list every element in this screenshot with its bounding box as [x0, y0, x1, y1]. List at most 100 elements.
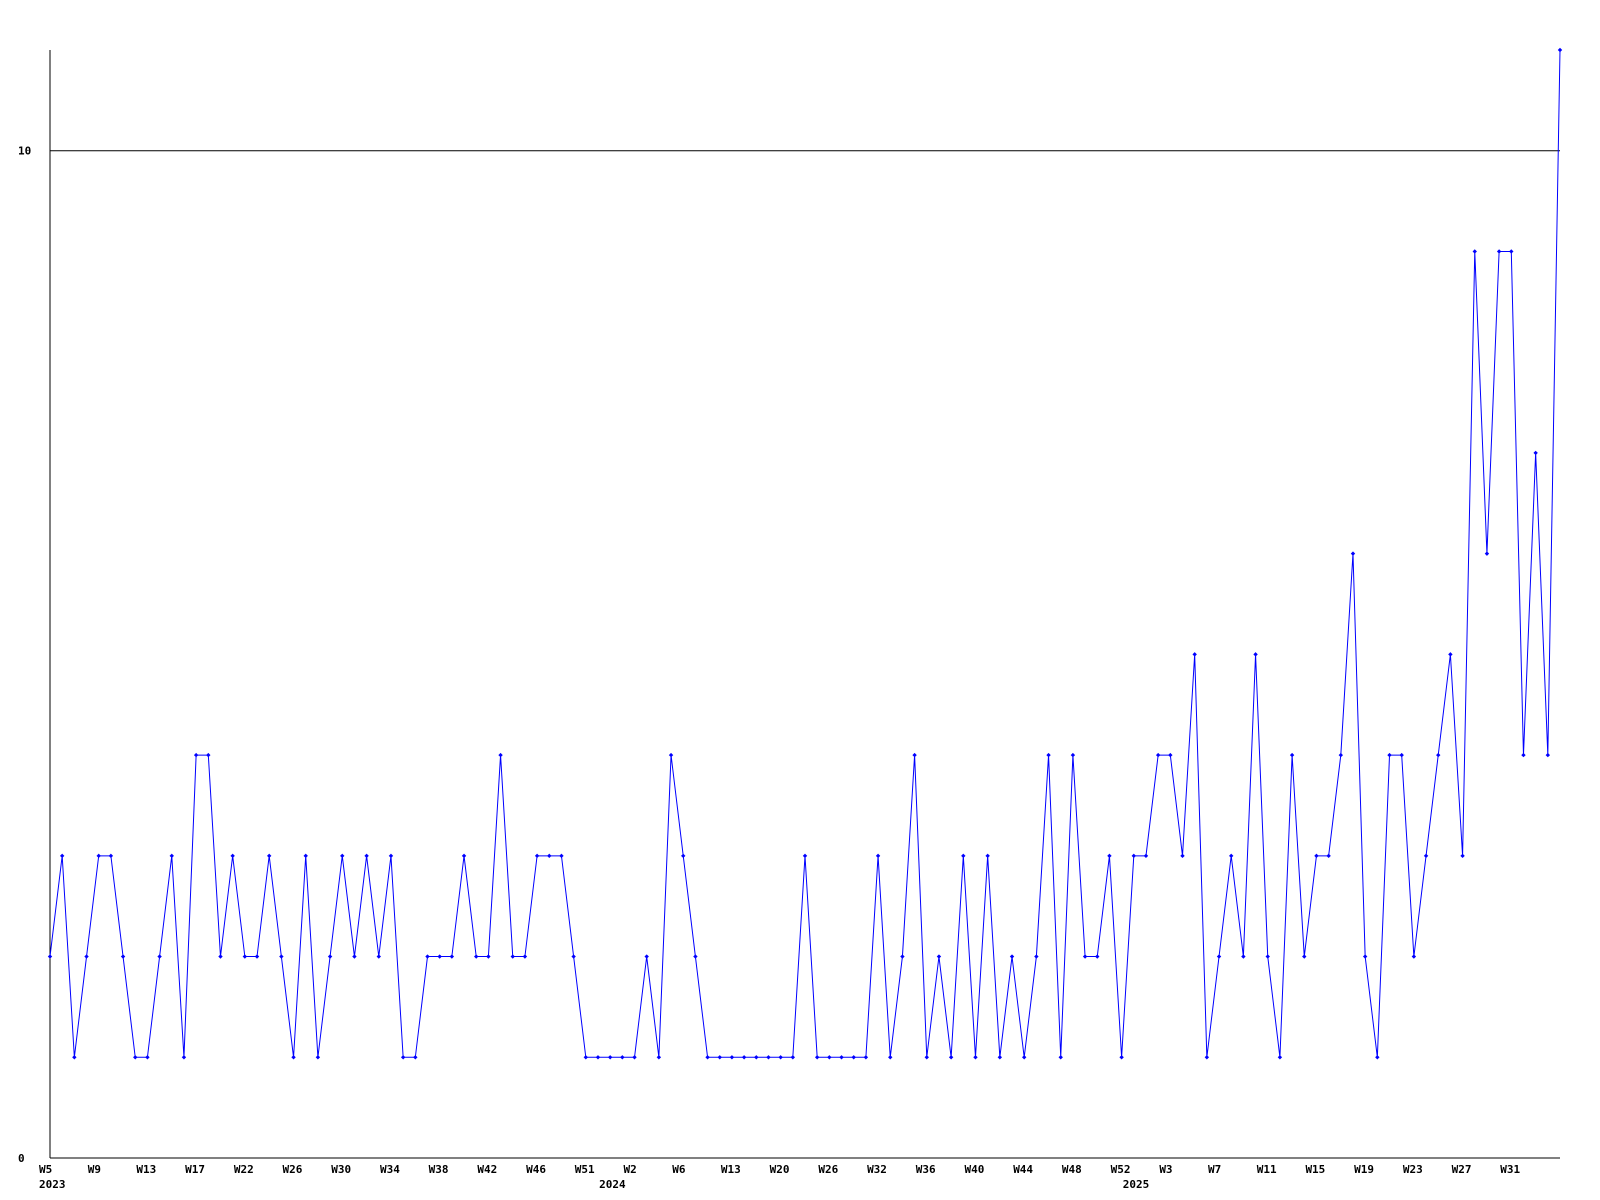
x-tick-label: W26 — [283, 1163, 303, 1176]
data-point — [486, 954, 491, 959]
data-point — [1326, 853, 1331, 859]
x-tick-label: W13 — [136, 1163, 156, 1176]
x-tick-label: W11 — [1257, 1163, 1277, 1176]
data-point — [681, 853, 686, 859]
data-point — [1496, 249, 1502, 254]
data-point — [1460, 853, 1465, 859]
x-tick-label: W5 — [39, 1163, 52, 1176]
x-tick-label: W9 — [88, 1163, 101, 1176]
series-line — [49, 49, 1561, 1058]
data-point — [1521, 752, 1526, 758]
data-point — [948, 1055, 954, 1060]
data-point — [303, 853, 308, 859]
data-point — [1484, 551, 1490, 556]
data-point — [133, 1055, 138, 1060]
data-point — [644, 954, 649, 959]
x-year-label: 2025 — [1123, 1178, 1150, 1191]
data-point — [632, 1055, 637, 1060]
line-chart: 0 10 W5 W9 W13 W17 W22 W26 W30 W34 W38 W42 W46 W51 W2 W… — [0, 0, 1600, 1200]
data-point — [266, 853, 272, 859]
y-tick-label: 0 — [18, 1152, 25, 1165]
data-point — [1399, 752, 1404, 758]
data-point — [997, 1055, 1003, 1060]
data-point — [1070, 752, 1076, 758]
x-tick-label: W34 — [380, 1163, 400, 1176]
data-point — [1338, 752, 1344, 758]
data-point — [1314, 853, 1319, 859]
data-point — [1375, 1055, 1380, 1060]
x-tick-label: W40 — [964, 1163, 984, 1176]
data-point — [924, 1055, 929, 1060]
data-point — [1046, 752, 1051, 758]
data-point — [900, 954, 905, 959]
data-point — [656, 1055, 662, 1060]
data-point — [425, 954, 430, 959]
data-point — [741, 1055, 747, 1060]
x-tick-label: W22 — [234, 1163, 254, 1176]
data-point — [327, 954, 333, 959]
data-point — [1387, 752, 1392, 758]
x-tick-label: W19 — [1354, 1163, 1374, 1176]
data-point — [413, 1055, 418, 1060]
data-point — [1058, 1055, 1063, 1060]
data-point — [1509, 249, 1514, 254]
data-point — [1229, 853, 1234, 859]
data-point — [1411, 954, 1417, 959]
data-point — [1143, 853, 1149, 859]
x-tick-label: W51 — [575, 1163, 595, 1176]
data-point — [1168, 752, 1173, 758]
data-point — [961, 853, 966, 859]
data-point — [522, 954, 528, 959]
data-point — [193, 752, 199, 758]
data-point — [84, 954, 89, 959]
data-point — [1436, 752, 1441, 758]
x-tick-label: W23 — [1403, 1163, 1423, 1176]
data-point — [754, 1055, 759, 1060]
data-point — [1545, 752, 1551, 758]
data-point — [279, 954, 284, 959]
data-point — [181, 1055, 187, 1060]
data-point — [1216, 954, 1222, 959]
tick-labels: 0 10 W5 W9 W13 W17 W22 W26 W30 W34 W38 W42 W46 W51 W2 W… — [18, 145, 1521, 1191]
data-point — [206, 752, 211, 758]
data-point — [888, 1055, 893, 1060]
x-tick-label: W44 — [1013, 1163, 1033, 1176]
data-point — [839, 1055, 844, 1060]
data-point — [936, 954, 942, 959]
x-tick-label: W20 — [770, 1163, 790, 1176]
x-tick-label: W27 — [1452, 1163, 1472, 1176]
data-point — [534, 853, 540, 859]
data-point — [1448, 652, 1453, 657]
y-tick-label: 10 — [18, 145, 31, 158]
data-point — [766, 1055, 771, 1060]
x-tick-label: W42 — [477, 1163, 497, 1176]
data-point — [571, 954, 576, 959]
data-point — [47, 954, 53, 959]
x-tick-label: W36 — [916, 1163, 936, 1176]
series — [47, 47, 1563, 1060]
data-point — [352, 954, 357, 959]
data-point — [1192, 652, 1197, 657]
data-point — [364, 853, 369, 859]
data-point — [1362, 954, 1368, 959]
x-tick-label: W3 — [1159, 1163, 1172, 1176]
data-point — [1180, 853, 1185, 859]
data-point — [1253, 652, 1258, 657]
data-point — [242, 954, 248, 959]
data-point — [1472, 249, 1477, 254]
data-point — [376, 954, 381, 959]
x-tick-label: W6 — [672, 1163, 686, 1176]
data-point — [169, 853, 174, 859]
data-point — [1241, 954, 1246, 959]
data-point — [96, 853, 101, 859]
data-point — [449, 954, 455, 959]
data-point — [218, 954, 223, 959]
data-point — [1350, 551, 1356, 556]
data-point — [547, 853, 552, 859]
x-tick-label: W2 — [624, 1163, 637, 1176]
x-tick-label: W7 — [1208, 1163, 1221, 1176]
data-point — [108, 853, 114, 859]
data-point — [705, 1055, 710, 1060]
data-point — [1423, 853, 1429, 859]
data-point — [1082, 954, 1088, 959]
